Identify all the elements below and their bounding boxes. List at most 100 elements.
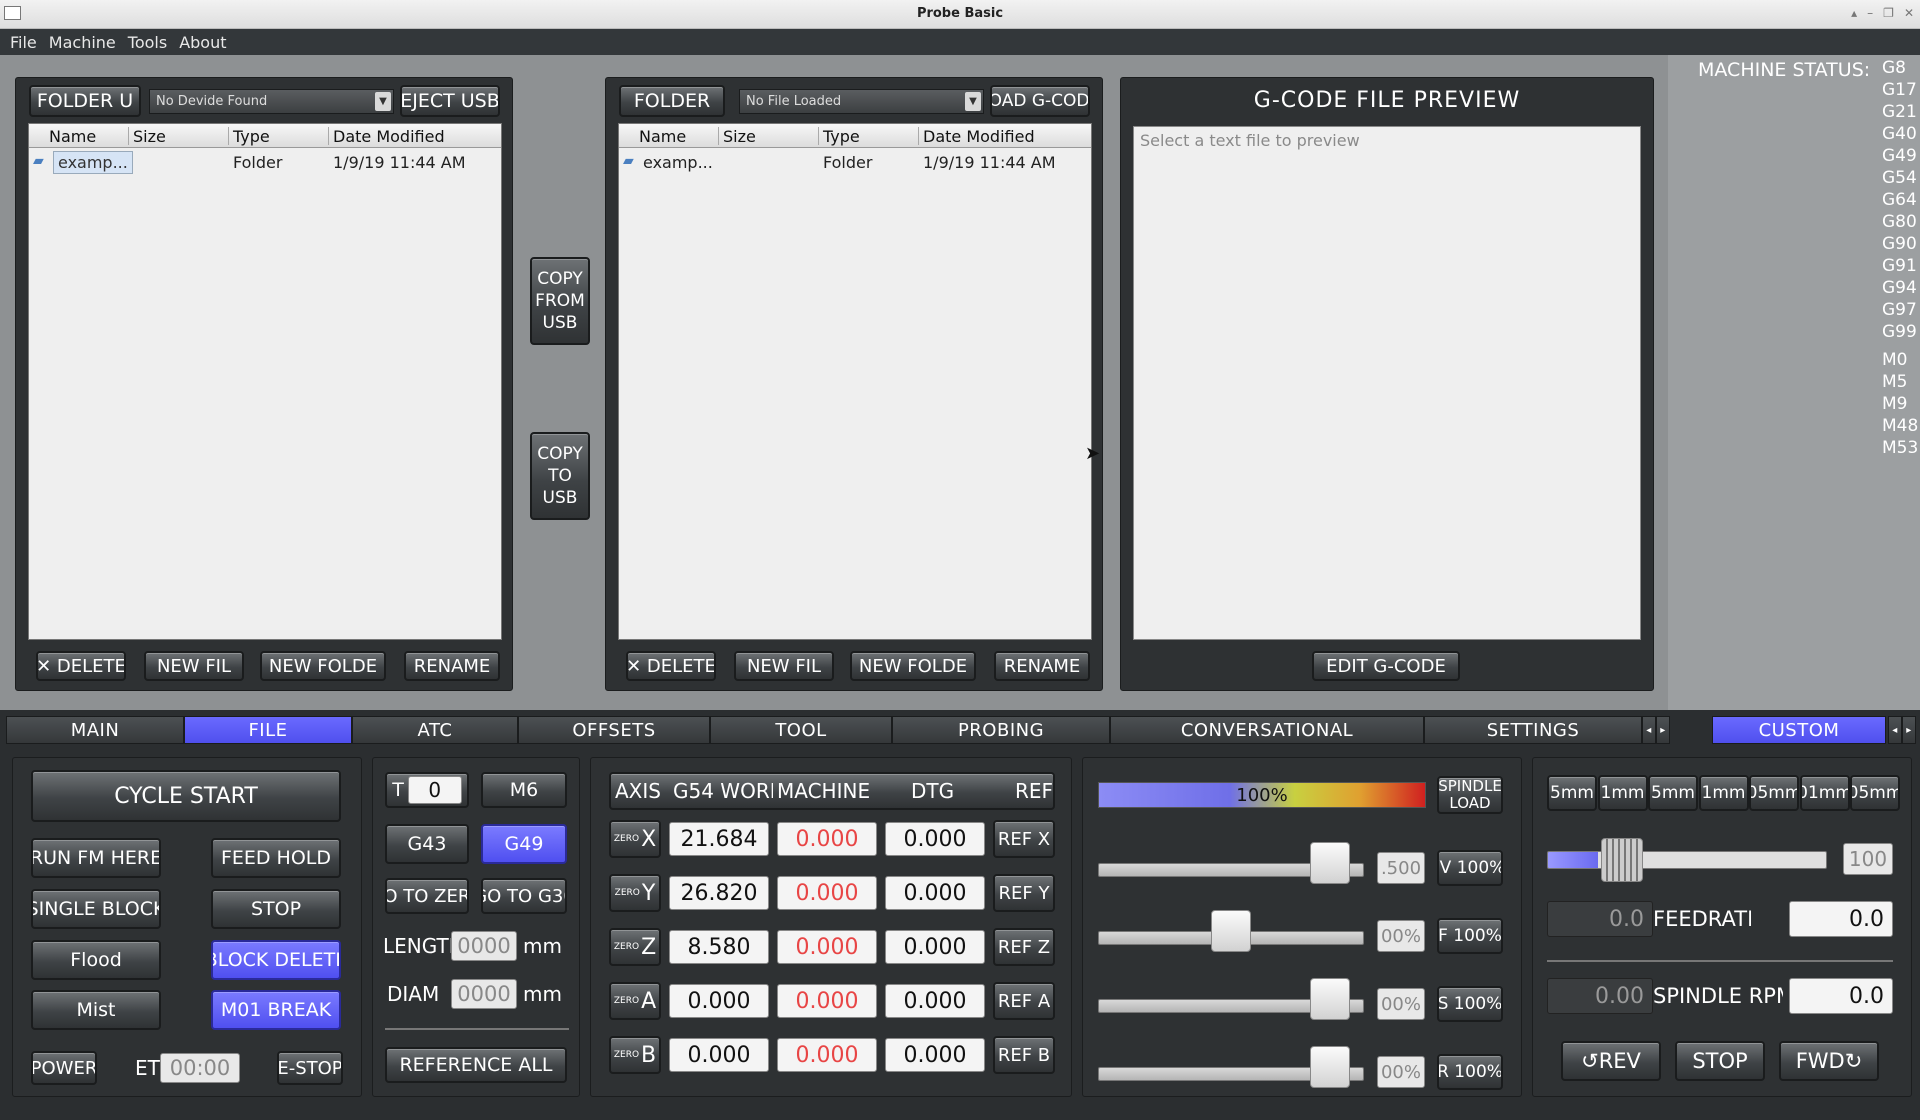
flood-button[interactable]: Flood [31,940,161,980]
run-from-here-button[interactable]: RUN FM HERE [31,838,161,878]
ref-y-button[interactable]: REF Y [993,874,1055,912]
copy-to-usb-button[interactable]: COPY TO USB [530,432,590,520]
go-to-g30-button[interactable]: GO TO G30 [481,878,567,914]
override-slider-handle-3[interactable] [1310,1046,1351,1088]
m01-break-button[interactable]: M01 BREAK [211,990,341,1030]
usb-device-combo[interactable]: No Devide Found ▼ [149,89,394,114]
jog-step-button[interactable]: 1mm [1698,775,1749,811]
reference-all-button[interactable]: REFERENCE ALL [385,1047,567,1083]
edit-gcode-button[interactable]: EDIT G-CODE [1312,651,1460,681]
tab-atc[interactable]: ATC [352,716,518,744]
up-arrow-icon[interactable]: ▴ [1851,6,1857,20]
feed-hold-button[interactable]: FEED HOLD [211,838,341,878]
local-new-folder-button[interactable]: NEW FOLDE [850,651,976,681]
jog-step-button[interactable]: 5mm [1648,775,1698,811]
spindle-rpm-field[interactable]: 0.0 [1789,978,1893,1014]
zero-b-button[interactable]: ZERO B [609,1036,661,1074]
tab-scroll-right-icon[interactable]: ▸ [1656,716,1670,744]
diam-field[interactable]: 0000 [451,979,517,1009]
tab-tool[interactable]: TOOL [710,716,892,744]
copy-from-usb-button[interactable]: COPY FROM USB [530,257,590,345]
work-z-field[interactable]: 8.580 [669,930,769,964]
zero-y-button[interactable]: ZERO Y [609,874,661,912]
local-new-file-button[interactable]: NEW FIL [734,651,834,681]
preview-textarea[interactable]: Select a text file to preview [1133,126,1641,640]
tab-custom[interactable]: CUSTOM [1712,716,1886,744]
block-delete-button[interactable]: BLOCK DELETE [211,940,341,980]
spindle-fwd-button[interactable]: FWD ↻ [1779,1041,1879,1081]
local-file-list[interactable]: Name Size Type Date Modified ▰ examp... … [618,123,1092,640]
mist-button[interactable]: Mist [31,990,161,1030]
work-x-field[interactable]: 21.684 [669,822,769,856]
jog-step-button[interactable]: 05mm [1749,775,1799,811]
usb-file-list[interactable]: Name Size Type Date Modified ▰ examp... … [28,123,502,640]
work-y-field[interactable]: 26.820 [669,876,769,910]
tab-conversational[interactable]: CONVERSATIONAL [1110,716,1424,744]
stop-button[interactable]: STOP [211,889,341,929]
menu-tools[interactable]: Tools [128,33,167,52]
minimize-icon[interactable]: – [1867,6,1873,20]
jog-speed-slider-handle[interactable] [1601,838,1643,882]
jog-step-button[interactable]: 01mm [1799,775,1850,811]
override-slider-handle-0[interactable] [1310,842,1351,884]
load-gcode-button[interactable]: LOAD G-CODE [990,85,1090,117]
tab-file[interactable]: FILE [184,716,352,744]
override-reset-button-2[interactable]: S 100% [1437,986,1503,1022]
work-a-field[interactable]: 0.000 [669,984,769,1018]
tab-offsets[interactable]: OFFSETS [518,716,710,744]
override-reset-button-0[interactable]: JV 100% [1437,850,1503,886]
override-slider-handle-1[interactable] [1211,910,1251,952]
menu-machine[interactable]: Machine [49,33,116,52]
zero-a-button[interactable]: ZERO A [609,982,661,1020]
tab-settings[interactable]: SETTINGS [1424,716,1642,744]
tab-scroll-left-icon[interactable]: ◂ [1888,716,1902,744]
usb-new-file-button[interactable]: NEW FIL [144,651,244,681]
usb-folder-button[interactable]: FOLDER U [29,85,141,117]
ref-z-button[interactable]: REF Z [993,928,1055,966]
g43-button[interactable]: G43 [385,824,469,864]
usb-new-folder-button[interactable]: NEW FOLDE [260,651,386,681]
local-delete-button[interactable]: ✕ DELETE [626,651,716,681]
work-b-field[interactable]: 0.000 [669,1038,769,1072]
g49-button[interactable]: G49 [481,824,567,864]
loaded-file-combo[interactable]: No File Loaded ▼ [739,89,984,114]
spindle-load-button[interactable]: SPINDLE LOAD [1437,776,1503,814]
ref-b-button[interactable]: REF B [993,1036,1055,1074]
column-name[interactable]: Name [619,127,719,146]
m6-button[interactable]: M6 [481,772,567,808]
jog-step-button[interactable]: 1mm [1597,775,1648,811]
estop-button[interactable]: E-STOP [277,1051,343,1085]
zero-z-button[interactable]: ZERO Z [609,928,661,966]
column-size[interactable]: Size [129,127,229,146]
menu-about[interactable]: About [179,33,226,52]
column-date[interactable]: Date Modified [329,127,503,146]
tool-number-field[interactable]: 0 [407,776,462,804]
ref-x-button[interactable]: REF X [993,820,1055,858]
power-button[interactable]: POWER [31,1051,97,1085]
usb-rename-button[interactable]: RENAME [404,651,500,681]
tab-probing[interactable]: PROBING [892,716,1110,744]
jog-step-button[interactable]: 05mm [1850,775,1900,811]
list-item[interactable]: ▰ examp... Folder 1/9/19 11:44 AM [619,150,1091,174]
column-type[interactable]: Type [819,127,919,146]
maximize-icon[interactable]: ❐ [1883,6,1894,20]
go-to-zero-button[interactable]: GO TO ZERO [385,878,469,914]
menu-file[interactable]: File [10,33,37,52]
single-block-button[interactable]: SINGLE BLOCK [31,889,161,929]
tab-scroll-left-icon[interactable]: ◂ [1642,716,1656,744]
list-item[interactable]: ▰ examp... Folder 1/9/19 11:44 AM [29,150,501,174]
override-slider-handle-2[interactable] [1310,978,1351,1020]
jog-speed-field[interactable]: 100 [1843,843,1893,875]
override-reset-button-1[interactable]: F 100% [1437,918,1503,954]
cycle-start-button[interactable]: CYCLE START [31,770,341,822]
feedrate-field[interactable]: 0.0 [1789,901,1893,937]
tab-scroll-right-icon[interactable]: ▸ [1902,716,1916,744]
column-name[interactable]: Name [29,127,129,146]
spindle-rev-button[interactable]: ↺ REV [1561,1041,1661,1081]
column-size[interactable]: Size [719,127,819,146]
zero-x-button[interactable]: ZERO X [609,820,661,858]
ref-a-button[interactable]: REF A [993,982,1055,1020]
eject-usb-button[interactable]: EJECT USB [400,85,500,117]
jog-speed-slider[interactable] [1547,851,1827,869]
close-icon[interactable]: ✕ [1904,6,1914,20]
